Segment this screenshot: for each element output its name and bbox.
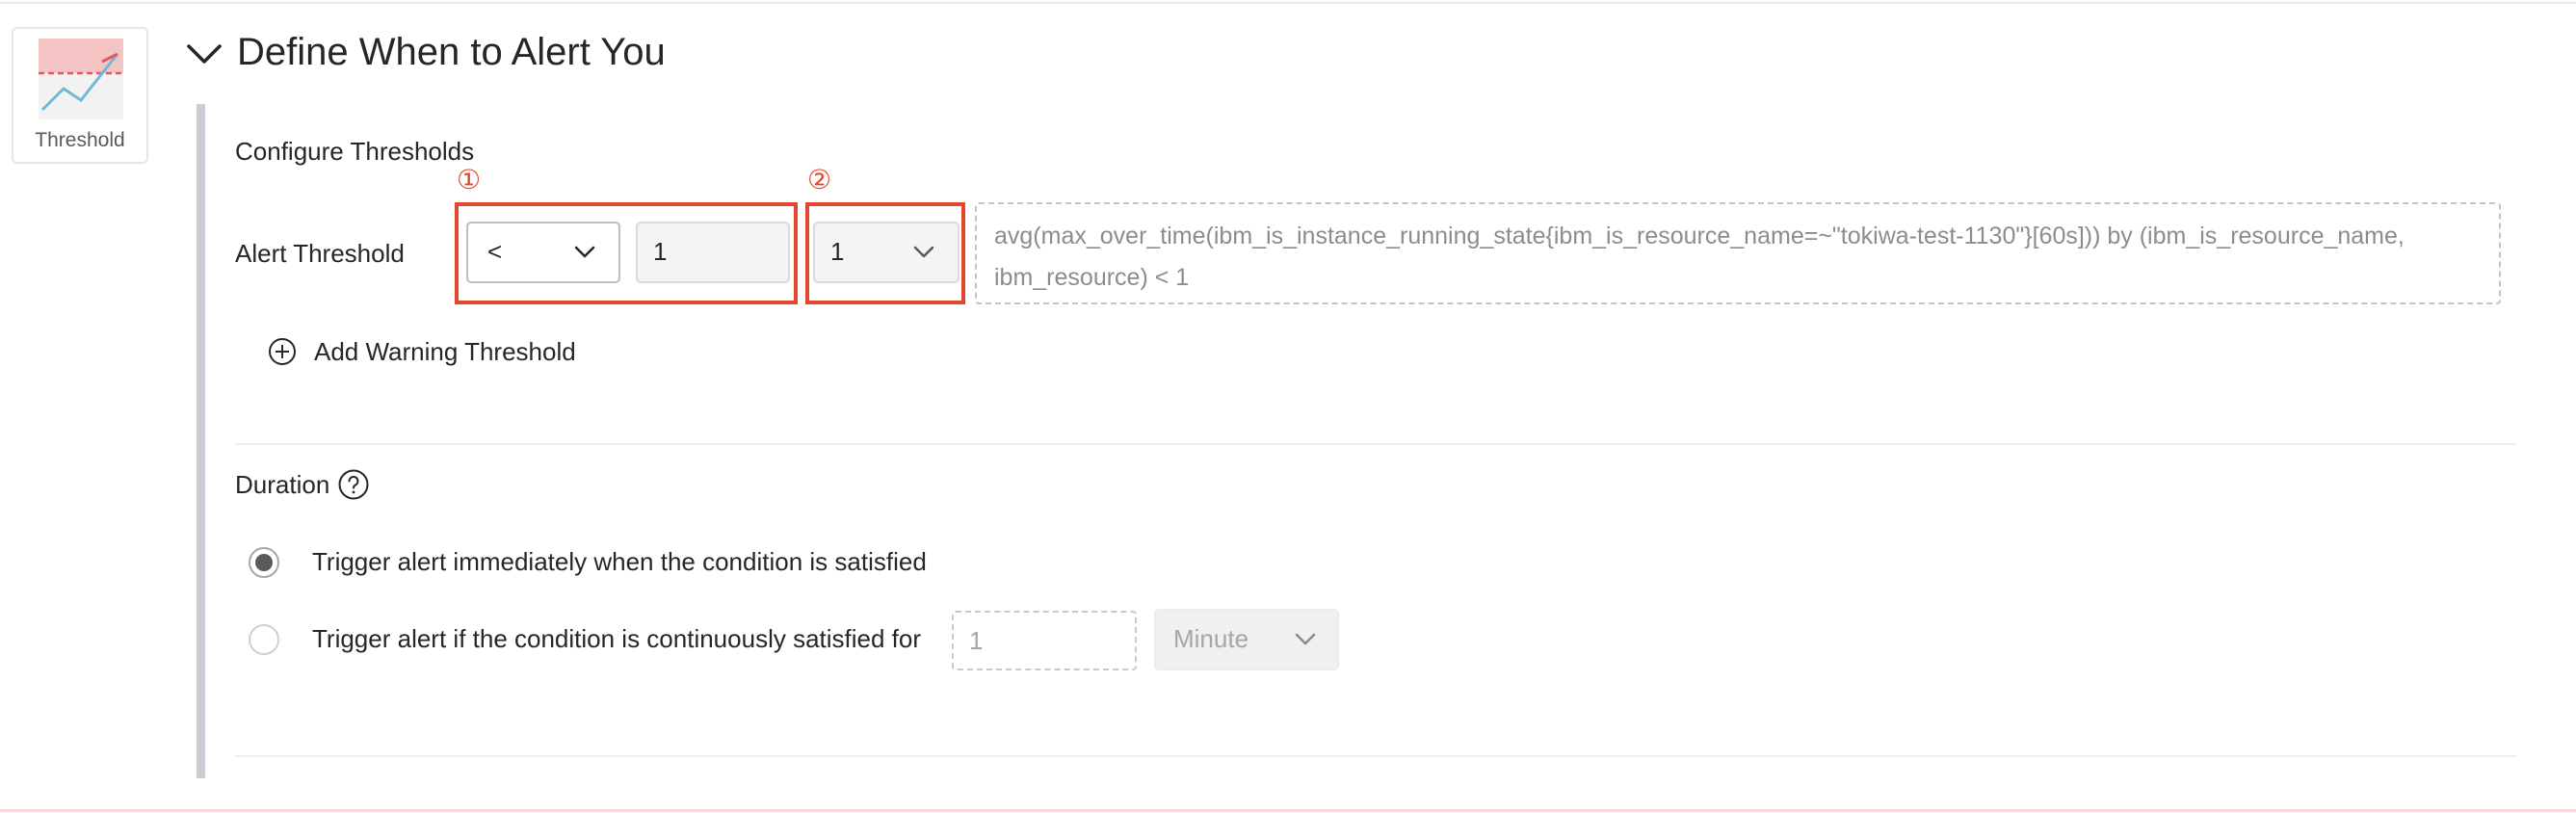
duration-value-input[interactable]: 1 — [952, 611, 1137, 670]
option-immediate-label[interactable]: Trigger alert immediately when the condi… — [312, 547, 927, 577]
chevron-down-icon[interactable] — [185, 40, 223, 69]
alert-threshold-label: Alert Threshold — [235, 239, 405, 268]
alert-rule-page: Threshold Define When to Alert You Confi… — [0, 0, 2576, 813]
threshold-level-select[interactable]: 1 — [813, 222, 959, 283]
duration-heading: Duration — [235, 470, 330, 499]
section-divider — [235, 443, 2516, 445]
plus-circle-icon — [269, 338, 296, 365]
threshold-value-input[interactable]: 1 — [636, 222, 790, 283]
option-continuous-label[interactable]: Trigger alert if the condition is contin… — [312, 624, 921, 654]
duration-value: 1 — [969, 626, 984, 655]
threshold-level-value: 1 — [830, 237, 845, 266]
annotation-marker-2: ② — [807, 165, 832, 195]
question-circle-icon[interactable] — [337, 468, 370, 501]
section-left-bar — [197, 104, 205, 778]
chevron-down-icon — [574, 246, 595, 258]
duration-unit-value: Minute — [1173, 624, 1249, 653]
add-warning-threshold-label: Add Warning Threshold — [314, 337, 576, 366]
operator-value: < — [487, 237, 503, 266]
threshold-chart-icon — [39, 39, 123, 119]
query-preview: avg(max_over_time(ibm_is_instance_runnin… — [975, 202, 2501, 304]
radio-selected-dot — [255, 554, 273, 571]
bottom-divider — [0, 809, 2576, 812]
chevron-down-icon — [1295, 633, 1316, 645]
section-divider — [235, 755, 2516, 757]
chevron-down-icon — [913, 246, 934, 258]
threshold-card-label: Threshold — [35, 129, 125, 151]
duration-unit-select[interactable]: Minute — [1154, 609, 1339, 670]
threshold-value: 1 — [653, 237, 668, 266]
radio-trigger-continuous[interactable] — [249, 624, 279, 655]
radio-trigger-immediately[interactable] — [249, 547, 279, 578]
section-title: Define When to Alert You — [237, 31, 666, 73]
operator-select[interactable]: < — [466, 222, 620, 283]
configure-thresholds-heading: Configure Thresholds — [235, 137, 475, 166]
top-divider — [0, 2, 2576, 4]
annotation-marker-1: ① — [457, 165, 482, 195]
